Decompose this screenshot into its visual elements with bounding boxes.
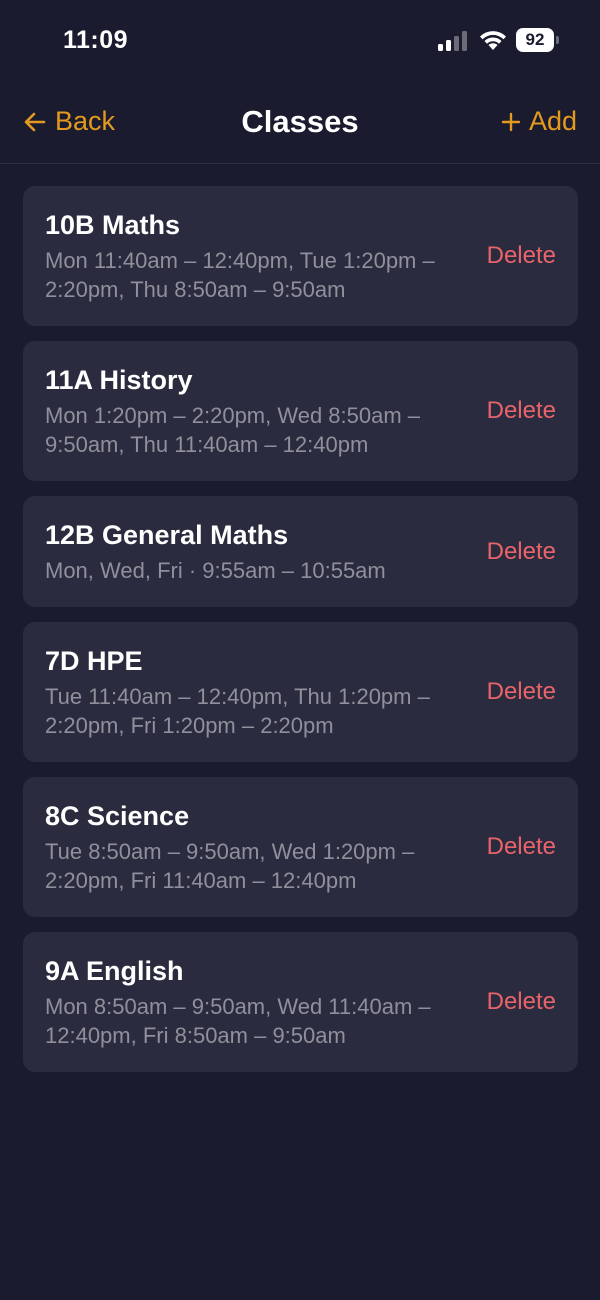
battery-indicator: 92 — [516, 28, 560, 52]
class-card[interactable]: 8C Science Tue 8:50am – 9:50am, Wed 1:20… — [23, 777, 578, 917]
arrow-left-icon — [24, 112, 46, 131]
class-name: 12B General Maths — [45, 520, 289, 550]
battery-level: 92 — [516, 28, 554, 52]
class-card[interactable]: 7D HPE Tue 11:40am – 12:40pm, Thu 1:20pm… — [23, 622, 578, 762]
delete-class-button[interactable]: Delete — [477, 672, 556, 712]
battery-nub — [556, 36, 559, 44]
add-class-button[interactable]: Add — [501, 106, 577, 137]
class-info: 7D HPE Tue 11:40am – 12:40pm, Thu 1:20pm… — [45, 644, 465, 740]
class-info: 10B Maths Mon 11:40am – 12:40pm, Tue 1:2… — [45, 208, 465, 304]
class-info: 8C Science Tue 8:50am – 9:50am, Wed 1:20… — [45, 799, 465, 895]
status-bar: 11:09 92 — [0, 0, 600, 80]
delete-class-button[interactable]: Delete — [477, 827, 556, 867]
back-button-label: Back — [55, 106, 116, 136]
cellular-signal-icon — [438, 31, 467, 51]
class-name: 7D HPE — [45, 646, 143, 676]
delete-class-button[interactable]: Delete — [477, 391, 556, 431]
class-list: 10B Maths Mon 11:40am – 12:40pm, Tue 1:2… — [23, 186, 578, 1072]
back-button[interactable]: Back — [23, 106, 115, 137]
class-card[interactable]: 10B Maths Mon 11:40am – 12:40pm, Tue 1:2… — [23, 186, 578, 326]
plus-icon — [501, 112, 521, 131]
class-schedule: Tue 8:50am – 9:50am, Wed 1:20pm – 2:20pm… — [45, 839, 415, 893]
delete-class-button[interactable]: Delete — [477, 532, 556, 572]
class-name: 11A History — [45, 365, 193, 395]
class-card[interactable]: 11A History Mon 1:20pm – 2:20pm, Wed 8:5… — [23, 341, 578, 481]
class-schedule: Mon 11:40am – 12:40pm, Tue 1:20pm – 2:20… — [45, 248, 435, 302]
class-schedule: Mon 8:50am – 9:50am, Wed 11:40am – 12:40… — [45, 994, 431, 1048]
class-info: 9A English Mon 8:50am – 9:50am, Wed 11:4… — [45, 954, 465, 1050]
delete-class-button[interactable]: Delete — [477, 236, 556, 276]
class-schedule: Tue 11:40am – 12:40pm, Thu 1:20pm – 2:20… — [45, 684, 430, 738]
navigation-bar: Back Classes Add — [0, 80, 600, 164]
class-card[interactable]: 9A English Mon 8:50am – 9:50am, Wed 11:4… — [23, 932, 578, 1072]
class-name: 9A English — [45, 956, 184, 986]
class-card[interactable]: 12B General Maths Mon, Wed, Fri · 9:55am… — [23, 496, 578, 607]
class-schedule: Mon, Wed, Fri · 9:55am – 10:55am — [45, 558, 386, 583]
wifi-icon — [480, 31, 506, 50]
add-button-label: Add — [528, 106, 577, 136]
class-info: 11A History Mon 1:20pm – 2:20pm, Wed 8:5… — [45, 363, 465, 459]
status-time: 11:09 — [63, 26, 129, 54]
class-name: 8C Science — [45, 801, 190, 831]
classes-screen: 11:09 92 Back Classes Add 10B Maths Mon … — [0, 0, 600, 1300]
class-schedule: Mon 1:20pm – 2:20pm, Wed 8:50am – 9:50am… — [45, 403, 421, 457]
delete-class-button[interactable]: Delete — [477, 982, 556, 1022]
class-name: 10B Maths — [45, 210, 181, 240]
class-info: 12B General Maths Mon, Wed, Fri · 9:55am… — [45, 518, 465, 585]
